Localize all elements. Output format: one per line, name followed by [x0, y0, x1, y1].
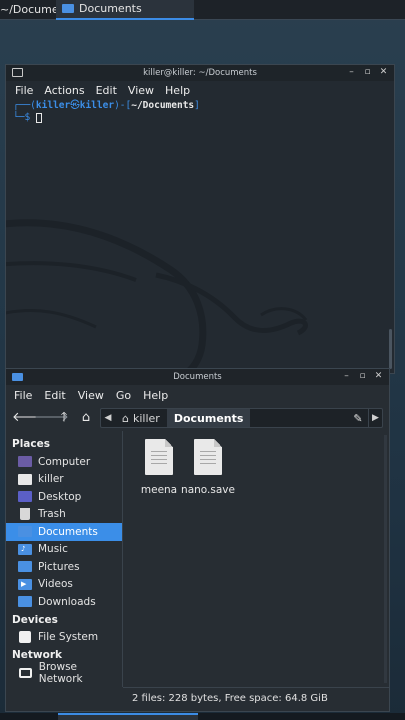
home-icon[interactable]: ⌂ [78, 410, 94, 426]
terminal-app-icon [12, 68, 23, 77]
home-icon: ⌂ [122, 411, 129, 425]
terminal-titlebar[interactable]: killer@killer: ~/Documents – ▫ ✕ [6, 65, 394, 81]
minimize-icon[interactable]: – [342, 371, 351, 382]
videos-folder-icon: ▶ [18, 578, 32, 590]
computer-icon [18, 456, 32, 468]
path-segment-documents[interactable]: Documents [166, 409, 251, 427]
maximize-icon[interactable]: ▫ [363, 67, 372, 78]
path-segment-home[interactable]: ⌂ killer [115, 409, 167, 427]
file-manager-titlebar[interactable]: Documents – ▫ ✕ [6, 369, 389, 385]
music-folder-icon: ♪ [18, 543, 32, 555]
file-view[interactable]: meena nano.save [123, 431, 389, 687]
prompt-line-1: ┌──(killer㉿killer)-[~/Documents] [13, 100, 200, 111]
folder-app-icon [12, 373, 23, 381]
taskbar-item-terminal[interactable]: ~/Documents [0, 0, 56, 20]
status-bar: 2 files: 228 bytes, Free space: 64.8 GiB [123, 687, 389, 709]
text-file-icon [194, 439, 222, 475]
trash-icon [20, 508, 30, 521]
prompt-host: killer [79, 100, 115, 111]
path-scroll-right-icon[interactable]: ▶ [368, 409, 382, 427]
terminal-menubar: File Actions Edit View Help [6, 81, 394, 100]
terminal-title: killer@killer: ~/Documents [143, 68, 257, 78]
back-arrow-icon[interactable]: 🡐 [12, 410, 47, 426]
menu-file[interactable]: File [15, 84, 33, 97]
menu-file[interactable]: File [14, 389, 32, 402]
path-scroll-left-icon[interactable]: ◀ [101, 413, 115, 423]
terminal-prompt[interactable]: ┌──(killer㉿killer)-[~/Documents] └─$ [6, 100, 394, 124]
path-bar: ◀ ⌂ killer Documents ✎ ▶ [100, 408, 383, 428]
folder-icon [62, 4, 74, 13]
taskbar: ~/Documents Documents [0, 0, 405, 20]
bottom-panel-active-item[interactable] [58, 713, 198, 720]
sidebar-item-trash[interactable]: Trash [6, 506, 122, 524]
desktop-folder-icon [18, 491, 32, 503]
prompt-path: ~/Documents [131, 100, 195, 111]
menu-help[interactable]: Help [165, 84, 190, 97]
file-manager-window[interactable]: Documents – ▫ ✕ File Edit View Go Help 🡐… [5, 368, 390, 712]
downloads-folder-icon [18, 596, 32, 608]
terminal-scrollbar[interactable] [389, 329, 392, 369]
file-manager-menubar: File Edit View Go Help [6, 385, 389, 405]
file-manager-toolbar: 🡐 🡒 🡑 ⌂ ◀ ⌂ killer Documents ✎ ▶ [6, 405, 389, 431]
prompt-line-2: └─$ [13, 112, 387, 124]
file-view-scrollbar[interactable] [384, 435, 387, 683]
sidebar: Places Computer killer Desktop Trash Doc… [6, 431, 123, 687]
taskbar-item-file-manager[interactable]: Documents [56, 0, 194, 20]
file-name: nano.save [181, 484, 235, 496]
sidebar-item-videos[interactable]: ▶ Videos [6, 576, 122, 594]
sidebar-item-desktop[interactable]: Desktop [6, 488, 122, 506]
file-name: meena [140, 484, 178, 496]
drive-icon [19, 631, 31, 644]
file-item-nano-save[interactable]: nano.save [178, 439, 238, 496]
sidebar-item-downloads[interactable]: Downloads [6, 593, 122, 611]
menu-go[interactable]: Go [116, 389, 131, 402]
menu-edit[interactable]: Edit [44, 389, 65, 402]
terminal-cursor [35, 112, 42, 123]
home-folder-icon [18, 473, 32, 485]
sidebar-item-music[interactable]: ♪ Music [6, 541, 122, 559]
taskbar-item-label: ~/Documents [0, 3, 56, 16]
close-icon[interactable]: ✕ [374, 371, 383, 382]
prompt-user: killer [35, 100, 71, 111]
pictures-folder-icon [18, 561, 32, 573]
bottom-panel [0, 713, 405, 720]
menu-view[interactable]: View [78, 389, 104, 402]
sidebar-item-file-system[interactable]: File System [6, 629, 122, 647]
file-manager-title: Documents [173, 372, 222, 382]
sidebar-item-documents[interactable]: Documents [6, 523, 122, 541]
sidebar-heading-devices: Devices [12, 613, 58, 626]
menu-actions[interactable]: Actions [44, 84, 84, 97]
sidebar-item-pictures[interactable]: Pictures [6, 558, 122, 576]
terminal-window[interactable]: killer@killer: ~/Documents – ▫ ✕ File Ac… [5, 64, 395, 375]
close-icon[interactable]: ✕ [379, 67, 388, 78]
forward-arrow-icon[interactable]: 🡒 [34, 410, 69, 426]
taskbar-item-label: Documents [79, 2, 142, 15]
sidebar-heading-places: Places [12, 438, 50, 450]
menu-edit[interactable]: Edit [96, 84, 117, 97]
network-icon [19, 667, 32, 678]
menu-view[interactable]: View [128, 84, 154, 97]
up-arrow-icon[interactable]: 🡑 [56, 410, 72, 426]
file-manager-body: Places Computer killer Desktop Trash Doc… [6, 431, 389, 687]
minimize-icon[interactable]: – [347, 67, 356, 78]
sidebar-item-home[interactable]: killer [6, 471, 122, 489]
documents-folder-icon [18, 526, 32, 538]
text-file-icon [145, 439, 173, 475]
edit-path-icon[interactable]: ✎ [348, 409, 368, 427]
sidebar-item-computer[interactable]: Computer [6, 453, 122, 471]
sidebar-item-browse-network[interactable]: Browse Network [6, 661, 122, 685]
menu-help[interactable]: Help [143, 389, 168, 402]
maximize-icon[interactable]: ▫ [358, 371, 367, 382]
